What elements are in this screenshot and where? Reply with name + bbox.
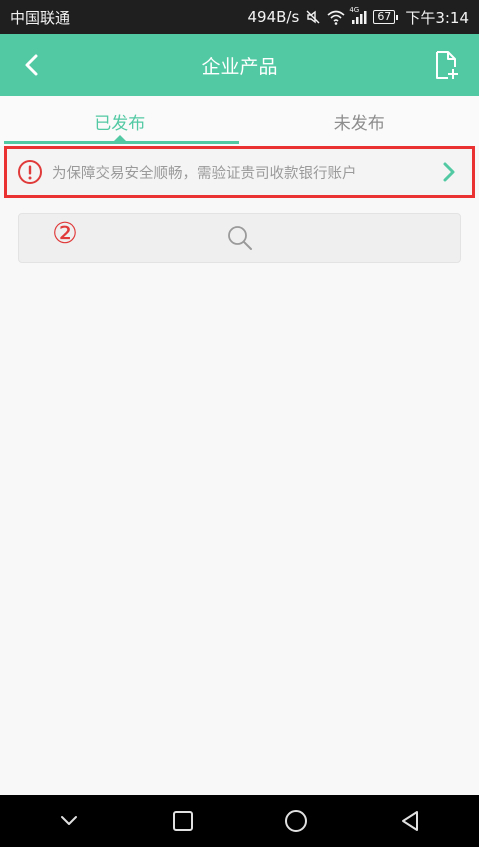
tab-indicator bbox=[4, 141, 239, 144]
tab-unpublished[interactable]: 未发布 bbox=[240, 96, 479, 146]
page-title: 企业产品 bbox=[201, 55, 278, 78]
network-type: 4G bbox=[349, 6, 360, 14]
warning-icon bbox=[18, 160, 42, 184]
add-document-icon bbox=[436, 51, 458, 79]
nav-recents-button[interactable] bbox=[153, 795, 213, 847]
chevron-down-icon bbox=[60, 816, 77, 825]
circle-icon bbox=[285, 810, 308, 832]
square-icon bbox=[172, 811, 193, 831]
notice-text: 为保障交易安全顺畅，需验证贵司收款银行账户 bbox=[52, 165, 357, 182]
signal-icon: 4G bbox=[349, 6, 367, 24]
network-speed: 494B/s bbox=[247, 8, 300, 26]
status-bar: 中国联通 494B/s 4G 67 下午3:14 bbox=[0, 0, 479, 34]
app-bar: 企业产品 bbox=[0, 34, 479, 96]
status-indicators: 494B/s 4G 67 下午3:14 bbox=[247, 6, 469, 28]
bank-verification-notice[interactable]: 为保障交易安全顺畅，需验证贵司收款银行账户 bbox=[4, 146, 475, 198]
clock: 下午3:14 bbox=[405, 8, 469, 27]
nav-home-button[interactable] bbox=[266, 795, 326, 847]
search-bar[interactable] bbox=[18, 213, 461, 263]
chevron-right-icon bbox=[443, 162, 455, 182]
carrier-name: 中国联通 bbox=[10, 8, 71, 27]
tab-caret bbox=[114, 135, 126, 141]
triangle-back-icon bbox=[402, 811, 419, 831]
chevron-left-icon bbox=[25, 54, 38, 76]
annotation-marker: ② bbox=[52, 216, 78, 250]
add-product-button[interactable] bbox=[429, 47, 465, 83]
battery-indicator: 67 bbox=[373, 10, 399, 24]
nav-back-button[interactable] bbox=[380, 795, 440, 847]
back-button[interactable] bbox=[14, 47, 50, 83]
nav-hide-button[interactable] bbox=[39, 795, 99, 847]
wifi-icon bbox=[327, 10, 345, 25]
mute-icon bbox=[305, 9, 321, 25]
tab-bar: 已发布 未发布 bbox=[0, 96, 479, 146]
system-nav-bar bbox=[0, 795, 479, 847]
search-icon bbox=[227, 226, 252, 250]
